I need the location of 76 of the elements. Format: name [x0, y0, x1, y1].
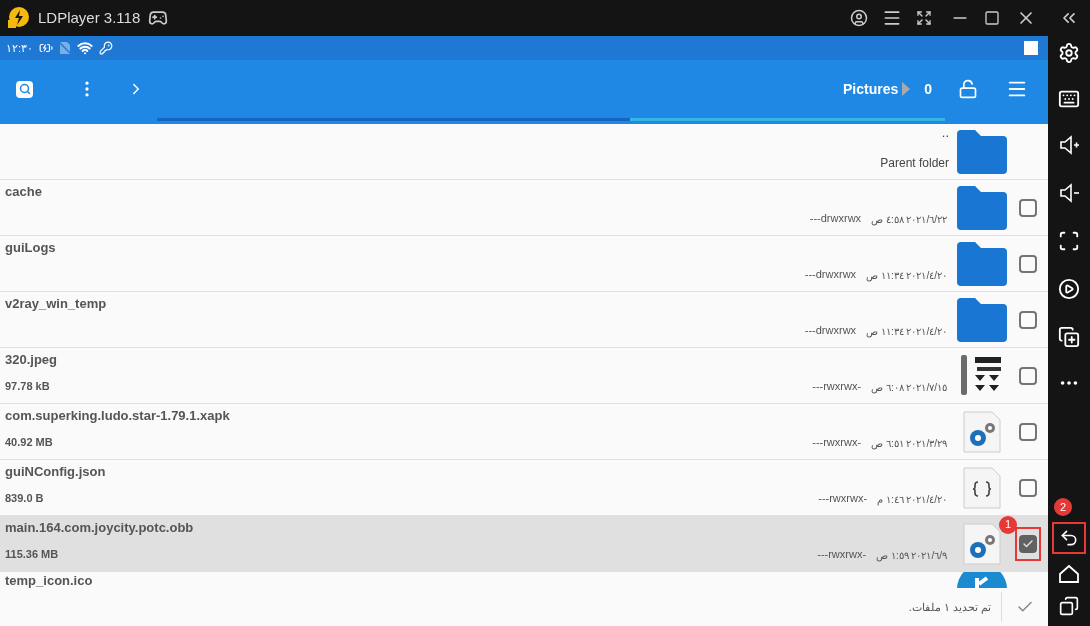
gear-file-icon	[962, 521, 1002, 566]
file-name: v2ray_win_temp	[5, 296, 108, 313]
file-permissions: ---drwxrwx	[809, 211, 862, 227]
checkbox[interactable]	[1018, 198, 1037, 217]
file-name: main.164.com.joycity.potc.obb	[5, 520, 195, 537]
home-icon[interactable]	[1058, 564, 1080, 584]
check-icon	[1021, 537, 1034, 550]
gamepad-icon[interactable]	[148, 8, 169, 28]
no-sim-icon	[59, 41, 72, 55]
multi-instance-icon[interactable]	[1058, 326, 1080, 348]
clock: ١٢:٣٠	[6, 40, 34, 56]
maximize-icon[interactable]	[984, 10, 1000, 26]
file-permissions: ---drwxrwx	[804, 323, 857, 339]
step-badge: 1	[999, 516, 1017, 534]
file-size: 839.0 B	[5, 491, 44, 507]
volume-up-icon[interactable]	[1058, 134, 1080, 156]
back-icon[interactable]	[1059, 528, 1079, 548]
file-size: 40.92 MB	[5, 435, 53, 451]
window-title: LDPlayer 3.118	[38, 7, 141, 28]
item-count: 0	[924, 79, 932, 99]
checkbox[interactable]	[1018, 478, 1037, 497]
file-date: ٢٠٢١/٧/١٥ ٦:٠٨ ص	[871, 380, 947, 395]
folder-icon	[957, 129, 1007, 174]
file-name: 320.jpeg	[5, 352, 59, 369]
menu-icon[interactable]	[882, 8, 902, 28]
file-permissions: ---rwxrwx-	[818, 491, 868, 507]
checkbox[interactable]	[1018, 534, 1037, 553]
status-message: تم تحديد ١ ملفات.	[908, 599, 991, 616]
file-date: ٢٠٢١/٦/٢٢ ٤:٥٨ ص	[871, 212, 947, 227]
parent-dots: ..	[941, 124, 949, 142]
volume-down-icon[interactable]	[1058, 182, 1080, 204]
record-icon[interactable]	[1058, 278, 1080, 300]
file-name: temp_icon.ico	[5, 573, 94, 588]
file-size: 97.78 kB	[5, 379, 50, 395]
file-date: ٢٠٢١/٣/٢٩ ٦:٥١ ص	[871, 436, 947, 451]
parent-label: Parent folder	[880, 155, 949, 173]
folder-icon	[957, 241, 1007, 286]
checkbox[interactable]	[1018, 310, 1037, 329]
file-size: 115.36 MB	[5, 547, 59, 563]
checkbox[interactable]	[1018, 254, 1037, 273]
fullscreen-icon[interactable]	[1058, 230, 1080, 252]
step-badge: 2	[1054, 498, 1072, 516]
search-button[interactable]	[16, 80, 33, 98]
file-permissions: ---rwxrwx-	[817, 547, 867, 563]
file-name: guiLogs	[5, 240, 57, 257]
lock-icon[interactable]	[958, 79, 978, 99]
file-date: ٢٠٢١/٤/٢٠ ١١:٣٤ ص	[866, 324, 947, 339]
file-date: ٢٠٢١/٤/٢٠ ١:٤٦ م	[877, 492, 947, 507]
file-name: cache	[5, 184, 43, 201]
recent-apps-icon[interactable]	[1059, 596, 1079, 616]
file-permissions: ---rwxrwx-	[812, 379, 862, 395]
settings-icon[interactable]	[1058, 42, 1080, 64]
file-permissions: ---rwxrwx-	[812, 435, 862, 451]
file-date: ٢٠٢١/٦/٩ ١:٥٩ ص	[876, 548, 947, 563]
notification-square	[1024, 41, 1038, 55]
checkbox[interactable]	[1018, 366, 1037, 385]
logo-icon	[6, 6, 30, 30]
battery-icon	[39, 41, 54, 55]
file-row[interactable]: temp_icon.ico	[0, 572, 1048, 588]
file-date: ٢٠٢١/٤/٢٠ ١١:٣٤ ص	[866, 268, 947, 283]
resize-icon[interactable]	[916, 10, 932, 26]
gear-file-icon	[962, 409, 1002, 454]
parent-folder-row[interactable]: .. Parent folder	[0, 124, 1048, 180]
file-name: guiNConfig.json	[5, 464, 107, 481]
checkbox[interactable]	[1018, 422, 1037, 441]
caret-icon	[902, 82, 911, 96]
key-icon	[99, 41, 114, 55]
file-name: com.superking.ludo.star-1.79.1.xapk	[5, 408, 231, 425]
keyboard-icon[interactable]	[1058, 88, 1080, 110]
folder-icon	[957, 297, 1007, 342]
file-permissions: ---drwxrwx	[804, 267, 857, 283]
folder-icon	[957, 185, 1007, 230]
folder-title[interactable]: Pictures	[842, 78, 899, 100]
account-icon[interactable]	[850, 9, 868, 27]
code-file-icon	[962, 465, 1002, 510]
wifi-icon	[77, 40, 94, 56]
